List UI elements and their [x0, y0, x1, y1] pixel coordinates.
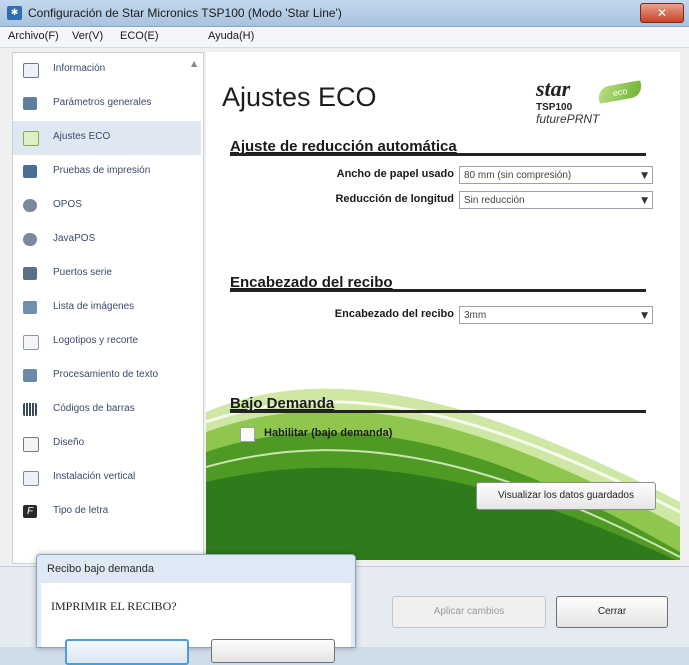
menu-ver[interactable]: Ver(V)	[72, 30, 103, 42]
app-icon: ✱	[7, 6, 22, 20]
sidebar-item-instalacion-vertical[interactable]: Instalación vertical	[13, 461, 201, 495]
sidebar-item-label: Logotipos y recorte	[53, 335, 139, 346]
dialog-secondary-button[interactable]	[211, 639, 335, 663]
logo-subtitle: futurePRNT	[536, 112, 600, 126]
sidebar-item-parametros-generales[interactable]: Parámetros generales	[13, 87, 201, 121]
text-processing-icon	[23, 369, 37, 382]
opos-icon	[23, 199, 37, 212]
on-demand-receipt-dialog: Recibo bajo demanda IMPRIMIR EL RECIBO?	[36, 554, 356, 665]
sidebar-item-ajustes-eco[interactable]: Ajustes ECO	[13, 121, 201, 155]
logo-eco-leaf: eco	[596, 80, 644, 104]
sidebar-item-label: Pruebas de impresión	[53, 165, 151, 176]
serial-port-icon	[23, 267, 37, 280]
sidebar-item-label: Ajustes ECO	[53, 131, 111, 142]
design-icon	[23, 437, 39, 452]
sidebar-item-label: Procesamiento de texto	[53, 369, 159, 380]
paper-width-value: 80 mm (sin compresión)	[464, 170, 572, 181]
receipt-header-select[interactable]: 3mm ▼	[459, 306, 653, 324]
sidebar-item-label: Instalación vertical	[53, 471, 136, 482]
paper-width-label: Ancho de papel usado	[336, 168, 454, 180]
length-reduction-value: Sin reducción	[464, 195, 525, 206]
window-close-button[interactable]: ✕	[640, 3, 684, 23]
receipt-header-value: 3mm	[464, 310, 487, 321]
length-reduction-label: Reducción de longitud	[335, 193, 454, 205]
view-saved-data-button[interactable]: Visualizar los datos guardados	[476, 482, 656, 510]
page-title: Ajustes ECO	[222, 82, 377, 112]
apply-changes-button[interactable]: Aplicar cambios	[392, 596, 546, 628]
window-title: Configuración de Star Micronics TSP100 (…	[28, 6, 342, 20]
sidebar-item-opos[interactable]: OPOS	[13, 189, 201, 223]
info-icon	[23, 63, 39, 78]
on-demand-checkbox-label[interactable]: Habilitar (bajo demanda)	[264, 427, 392, 439]
font-icon: F	[23, 505, 37, 518]
on-demand-checkbox[interactable]	[240, 427, 255, 442]
close-button[interactable]: Cerrar	[556, 596, 668, 628]
section-divider	[230, 289, 646, 292]
sidebar-item-javapos[interactable]: JavaPOS	[13, 223, 201, 257]
section-divider	[230, 153, 646, 156]
sidebar: ▲ Información Parámetros generales Ajust…	[12, 52, 204, 564]
menu-bar: Archivo(F) Ver(V) ECO(E) Ayuda(H)	[0, 27, 689, 48]
sidebar-item-pruebas-impresion[interactable]: Pruebas de impresión	[13, 155, 201, 189]
receipt-header-label: Encabezado del recibo	[334, 308, 454, 320]
sidebar-item-puertos-serie[interactable]: Puertos serie	[13, 257, 201, 291]
eco-icon	[23, 131, 39, 146]
star-futureprnt-logo: star eco TSP100 futurePRNT	[532, 76, 652, 136]
sidebar-item-label: Información	[53, 63, 106, 74]
sidebar-item-label: Lista de imágenes	[53, 301, 135, 312]
barcode-icon	[23, 403, 37, 416]
sidebar-item-procesamiento-texto[interactable]: Procesamiento de texto	[13, 359, 201, 393]
image-list-icon	[23, 301, 37, 314]
sidebar-item-label: OPOS	[53, 199, 82, 210]
menu-ayuda[interactable]: Ayuda(H)	[208, 30, 254, 42]
logo-brand: star	[536, 76, 571, 101]
sidebar-item-informacion[interactable]: Información	[13, 53, 201, 87]
sidebar-item-label: Tipo de letra	[53, 505, 109, 516]
settings-icon	[23, 97, 37, 110]
paper-width-select[interactable]: 80 mm (sin compresión) ▼	[459, 166, 653, 184]
dialog-message: IMPRIMIR EL RECIBO?	[51, 599, 177, 613]
sidebar-item-label: Códigos de barras	[53, 403, 135, 414]
menu-eco[interactable]: ECO(E)	[120, 30, 159, 42]
section-divider	[230, 410, 646, 413]
sidebar-item-diseno[interactable]: Diseño	[13, 427, 201, 461]
javapos-icon	[23, 233, 37, 246]
app-window: ✱ Configuración de Star Micronics TSP100…	[0, 0, 689, 665]
sidebar-item-label: Puertos serie	[53, 267, 112, 278]
sidebar-item-codigos-barras[interactable]: Códigos de barras	[13, 393, 201, 427]
chevron-down-icon: ▼	[641, 311, 648, 321]
logo-crop-icon	[23, 335, 39, 350]
chevron-down-icon: ▼	[641, 171, 648, 181]
chevron-down-icon: ▼	[641, 196, 648, 206]
sidebar-item-label: Diseño	[53, 437, 85, 448]
dialog-body: IMPRIMIR EL RECIBO?	[41, 583, 351, 665]
title-bar: ✱ Configuración de Star Micronics TSP100…	[0, 0, 689, 27]
dialog-primary-button[interactable]	[65, 639, 189, 665]
dialog-title: Recibo bajo demanda	[47, 563, 155, 575]
menu-archivo[interactable]: Archivo(F)	[8, 30, 59, 42]
sidebar-item-label: Parámetros generales	[53, 97, 152, 108]
printer-icon	[23, 165, 37, 178]
sidebar-item-lista-imagenes[interactable]: Lista de imágenes	[13, 291, 201, 325]
length-reduction-select[interactable]: Sin reducción ▼	[459, 191, 653, 209]
sidebar-item-label: JavaPOS	[53, 233, 96, 244]
sidebar-item-tipo-letra[interactable]: F Tipo de letra	[13, 495, 201, 529]
green-wave-background	[206, 388, 680, 560]
vertical-install-icon	[23, 471, 39, 486]
sidebar-item-logotipos-recorte[interactable]: Logotipos y recorte	[13, 325, 201, 359]
settings-panel: Ajustes ECO star eco TSP100 futurePRNT A…	[206, 52, 680, 560]
